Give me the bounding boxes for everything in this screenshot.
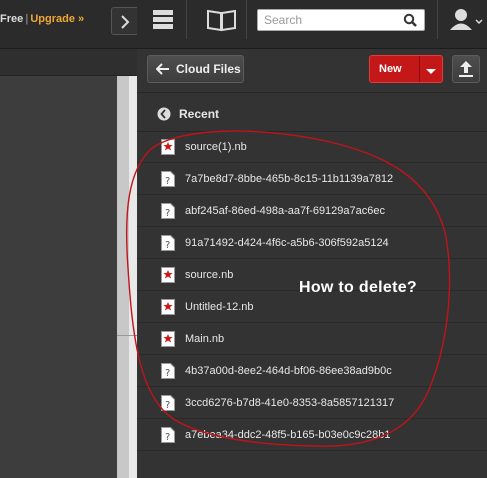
file-row[interactable]: ? a7ebea34-ddc2-48f5-b165-b03e0c9c28b1: [137, 419, 487, 451]
notebook-icon: [161, 298, 175, 315]
unknown-file-icon: ?: [161, 362, 175, 379]
file-name: 7a7be8d7-8bbe-465b-8c15-11b1139a7812: [185, 172, 394, 185]
file-name: source(1).nb: [185, 140, 247, 153]
expand-panel-button[interactable]: [111, 7, 137, 35]
unknown-file-icon: ?: [161, 234, 175, 251]
toolbar-divider: [137, 92, 487, 93]
new-button-split: [419, 56, 420, 82]
top-bar: Search: [137, 0, 487, 49]
unknown-file-icon: ?: [161, 426, 175, 443]
file-name: source.nb: [185, 268, 234, 281]
file-name: 3ccd6276-b7d8-41e0-8353-8a5857121317: [185, 396, 395, 409]
upload-icon: [459, 61, 473, 77]
cloud-files-back-button[interactable]: Cloud Files: [147, 55, 244, 83]
svg-text:?: ?: [165, 240, 170, 251]
search-placeholder: Search: [264, 13, 303, 27]
upload-button[interactable]: [452, 55, 480, 83]
chevron-right-icon: [121, 15, 130, 29]
unknown-file-icon: ?: [161, 170, 175, 187]
file-row[interactable]: ? 91a71492-d424-4f6c-a5b6-306f592a5124: [137, 227, 487, 259]
svg-text:?: ?: [165, 400, 170, 411]
arrow-left-icon: [156, 63, 170, 75]
annotation-text: How to delete?: [299, 279, 417, 296]
book-icon: [207, 9, 236, 32]
file-name: 4b37a00d-8ee2-464d-bf06-86ee38ad9b0c: [185, 364, 392, 377]
left-toolbar-strip: [0, 49, 137, 76]
svg-text:?: ?: [165, 368, 170, 379]
file-name: Main.nb: [185, 332, 225, 345]
unknown-file-icon: ?: [161, 394, 175, 411]
file-browser-button[interactable]: [137, 0, 187, 39]
file-row[interactable]: ? 3ccd6276-b7d8-41e0-8353-8a5857121317: [137, 387, 487, 419]
list-icon: [153, 10, 173, 29]
search-input[interactable]: Search: [257, 9, 425, 31]
recent-label: Recent: [179, 106, 220, 121]
notebook-edge: [129, 76, 137, 478]
divider: [117, 335, 137, 336]
file-row[interactable]: ? 7a7be8d7-8bbe-465b-8c15-11b1139a7812: [137, 163, 487, 195]
plan-status: Free | Upgrade »: [0, 13, 84, 25]
notebook-icon: [161, 266, 175, 283]
clock-icon: [157, 107, 171, 121]
notebook-icon: [161, 138, 175, 155]
svg-text:?: ?: [165, 432, 170, 443]
back-button-label: Cloud Files: [176, 62, 241, 76]
svg-text:?: ?: [165, 176, 170, 187]
new-button-label: New: [379, 63, 402, 75]
new-button[interactable]: New: [369, 55, 443, 83]
documentation-button[interactable]: [197, 0, 247, 39]
file-row[interactable]: Main.nb: [137, 323, 487, 355]
upgrade-link[interactable]: Upgrade »: [30, 13, 84, 25]
user-icon: [450, 9, 483, 30]
svg-text:?: ?: [165, 208, 170, 219]
file-row[interactable]: ? abf245af-86ed-498a-aa7f-69129a7ac6ec: [137, 195, 487, 227]
file-name: a7ebea34-ddc2-48f5-b165-b03e0c9c28b1: [185, 428, 391, 441]
file-name: abf245af-86ed-498a-aa7f-69129a7ac6ec: [185, 204, 385, 217]
search-icon[interactable]: [403, 13, 417, 27]
file-name: Untitled-12.nb: [185, 300, 254, 313]
cloud-files-panel: Cloud Files New Recent source(1).nb? 7a7b…: [137, 49, 487, 478]
notebook-scrollbar[interactable]: [117, 76, 129, 478]
left-pane-header: Free | Upgrade »: [0, 0, 137, 49]
notebook-icon: [161, 330, 175, 347]
user-menu-button[interactable]: [437, 0, 487, 39]
unknown-file-icon: ?: [161, 202, 175, 219]
file-row[interactable]: ? 4b37a00d-8ee2-464d-bf06-86ee38ad9b0c: [137, 355, 487, 387]
plan-label: Free: [0, 13, 24, 25]
file-name: 91a71492-d424-4f6c-a5b6-306f592a5124: [185, 236, 389, 249]
file-row[interactable]: source(1).nb: [137, 131, 487, 163]
recent-section-header[interactable]: Recent: [137, 96, 487, 131]
caret-down-icon[interactable]: [426, 66, 436, 78]
